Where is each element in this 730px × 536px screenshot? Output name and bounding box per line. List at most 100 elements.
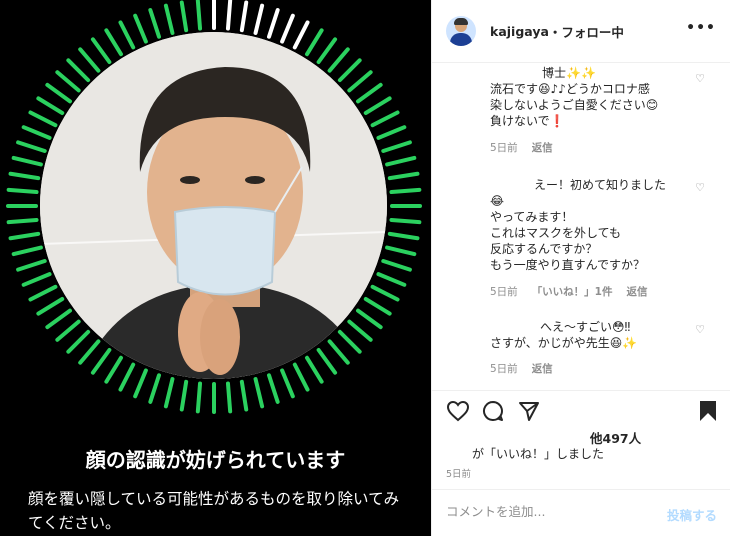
scan-tick (195, 381, 203, 414)
scan-tick (21, 272, 52, 287)
comment-time: 5日前 (490, 286, 518, 298)
scan-tick (363, 297, 392, 316)
comment-text: 流石です😆♪♪どうかコロナ感 (490, 82, 650, 96)
scan-tick (327, 339, 350, 365)
face-photo (40, 32, 387, 379)
scan-tick (370, 284, 400, 302)
scan-tick (133, 368, 148, 399)
scan-tick (239, 379, 249, 412)
scan-tick (28, 110, 58, 128)
scan-tick (292, 362, 310, 392)
avatar[interactable] (446, 16, 476, 46)
scan-tick (363, 96, 392, 115)
comment-text: へえ〜すごい😳‼ (540, 320, 631, 334)
scan-tick (163, 3, 175, 35)
scan-tick (8, 171, 41, 181)
scan-tick (45, 308, 72, 330)
reply-button[interactable]: 返信 (532, 361, 553, 376)
bookmark-icon[interactable] (698, 400, 718, 422)
comment-time: 5日前 (490, 363, 518, 375)
scan-tick (55, 319, 81, 342)
scan-tick (280, 13, 295, 44)
comment-text: やってみます！ (490, 210, 574, 224)
comment-input[interactable] (446, 504, 656, 519)
scan-tick (6, 217, 39, 225)
scan-tick (385, 155, 417, 167)
face-warning-title: 顔の認識が妨げられています (85, 448, 346, 472)
scan-tick (11, 155, 43, 167)
reply-button[interactable]: 返信 (627, 284, 648, 299)
comment-item: えー！初めて知りました 😂 やってみます！ これはマスクを外しても 反応するんで… (490, 177, 700, 273)
comment-likes-count[interactable]: 「いいね！」1件 (532, 284, 613, 299)
scan-tick (337, 329, 362, 354)
comment-text: これはマスクを外しても (490, 226, 622, 240)
comment-text: 博士✨✨ (542, 66, 596, 80)
post-comment-button[interactable]: 投稿する (667, 505, 717, 524)
comment-like-heart-icon[interactable]: ♡ (695, 72, 705, 85)
post-sidebar: kajigaya ・フォロー中 ••• 博士✨✨ 流石です😆♪♪どうかコロナ感 … (431, 0, 730, 536)
scan-tick (389, 217, 422, 225)
comments-list: 博士✨✨ 流石です😆♪♪どうかコロナ感 染しないようご自愛ください😊 負けないで… (432, 63, 730, 390)
scan-tick (78, 339, 101, 365)
face-warning-body: 顔を覆い隠している可能性があるものを取り除いてみてください。 (28, 490, 400, 532)
scan-tick (104, 28, 123, 57)
scan-tick (387, 171, 420, 181)
comment-meta: 5日前 返信 (490, 140, 553, 155)
username-link[interactable]: kajigaya (490, 24, 549, 39)
scan-tick (45, 82, 72, 104)
comment-text: もう一度やり直すんですか？ (490, 258, 646, 272)
scan-tick (78, 47, 101, 73)
scan-tick (21, 125, 52, 140)
comment-text: 反応するんですか？ (490, 242, 598, 256)
scan-tick (28, 284, 58, 302)
person-photo (40, 32, 387, 379)
scan-tick (225, 381, 233, 414)
comment-text: 負けないで❗ (490, 114, 565, 128)
comment-like-heart-icon[interactable]: ♡ (695, 323, 705, 336)
scan-tick (8, 231, 41, 241)
scan-tick (305, 28, 324, 57)
scan-tick (253, 3, 265, 35)
more-options-icon[interactable]: ••• (686, 20, 716, 36)
scan-tick (16, 140, 47, 153)
scan-tick (337, 58, 362, 83)
scan-tick (239, 0, 249, 33)
scan-tick (356, 308, 383, 330)
scan-tick (387, 231, 420, 241)
scan-tick (55, 70, 81, 93)
comment-text: えー！初めて知りました (534, 178, 667, 192)
scan-tick (148, 8, 161, 39)
post-time[interactable]: 5日前 (446, 466, 471, 480)
scan-tick (118, 362, 136, 392)
scan-tick (370, 110, 400, 128)
share-icon[interactable] (518, 400, 540, 422)
comment-meta: 5日前 返信 (490, 361, 553, 376)
scan-tick (381, 259, 412, 272)
scan-tick (347, 319, 373, 342)
liked-by-text: が「いいね！」しました (472, 447, 605, 461)
scan-tick (118, 20, 136, 50)
scan-tick (381, 140, 412, 153)
reply-button[interactable]: 返信 (532, 140, 553, 155)
comment-like-heart-icon[interactable]: ♡ (695, 181, 705, 194)
scan-tick (389, 187, 422, 195)
scan-tick (66, 329, 91, 354)
comment-text: 染しないようご自愛ください😊 (490, 98, 659, 112)
post-header: kajigaya ・フォロー中 ••• (432, 0, 730, 63)
comment-text: 😂 (490, 194, 505, 208)
comment-time: 5日前 (490, 142, 518, 154)
scan-tick (148, 373, 161, 404)
scan-tick (66, 58, 91, 83)
comment-composer: 投稿する (432, 489, 730, 536)
scan-tick (253, 377, 265, 409)
comment-icon[interactable] (482, 400, 504, 422)
scan-tick (316, 37, 338, 64)
heart-icon[interactable] (446, 400, 470, 422)
scan-tick (195, 0, 203, 31)
scan-tick (104, 355, 123, 384)
following-status[interactable]: ・フォロー中 (549, 22, 624, 41)
comment-text: さすが、かじがや先生😆✨ (490, 336, 638, 350)
scan-tick (267, 8, 280, 39)
comment-meta: 5日前 「いいね！」1件 返信 (490, 284, 648, 299)
scan-tick (11, 245, 43, 257)
